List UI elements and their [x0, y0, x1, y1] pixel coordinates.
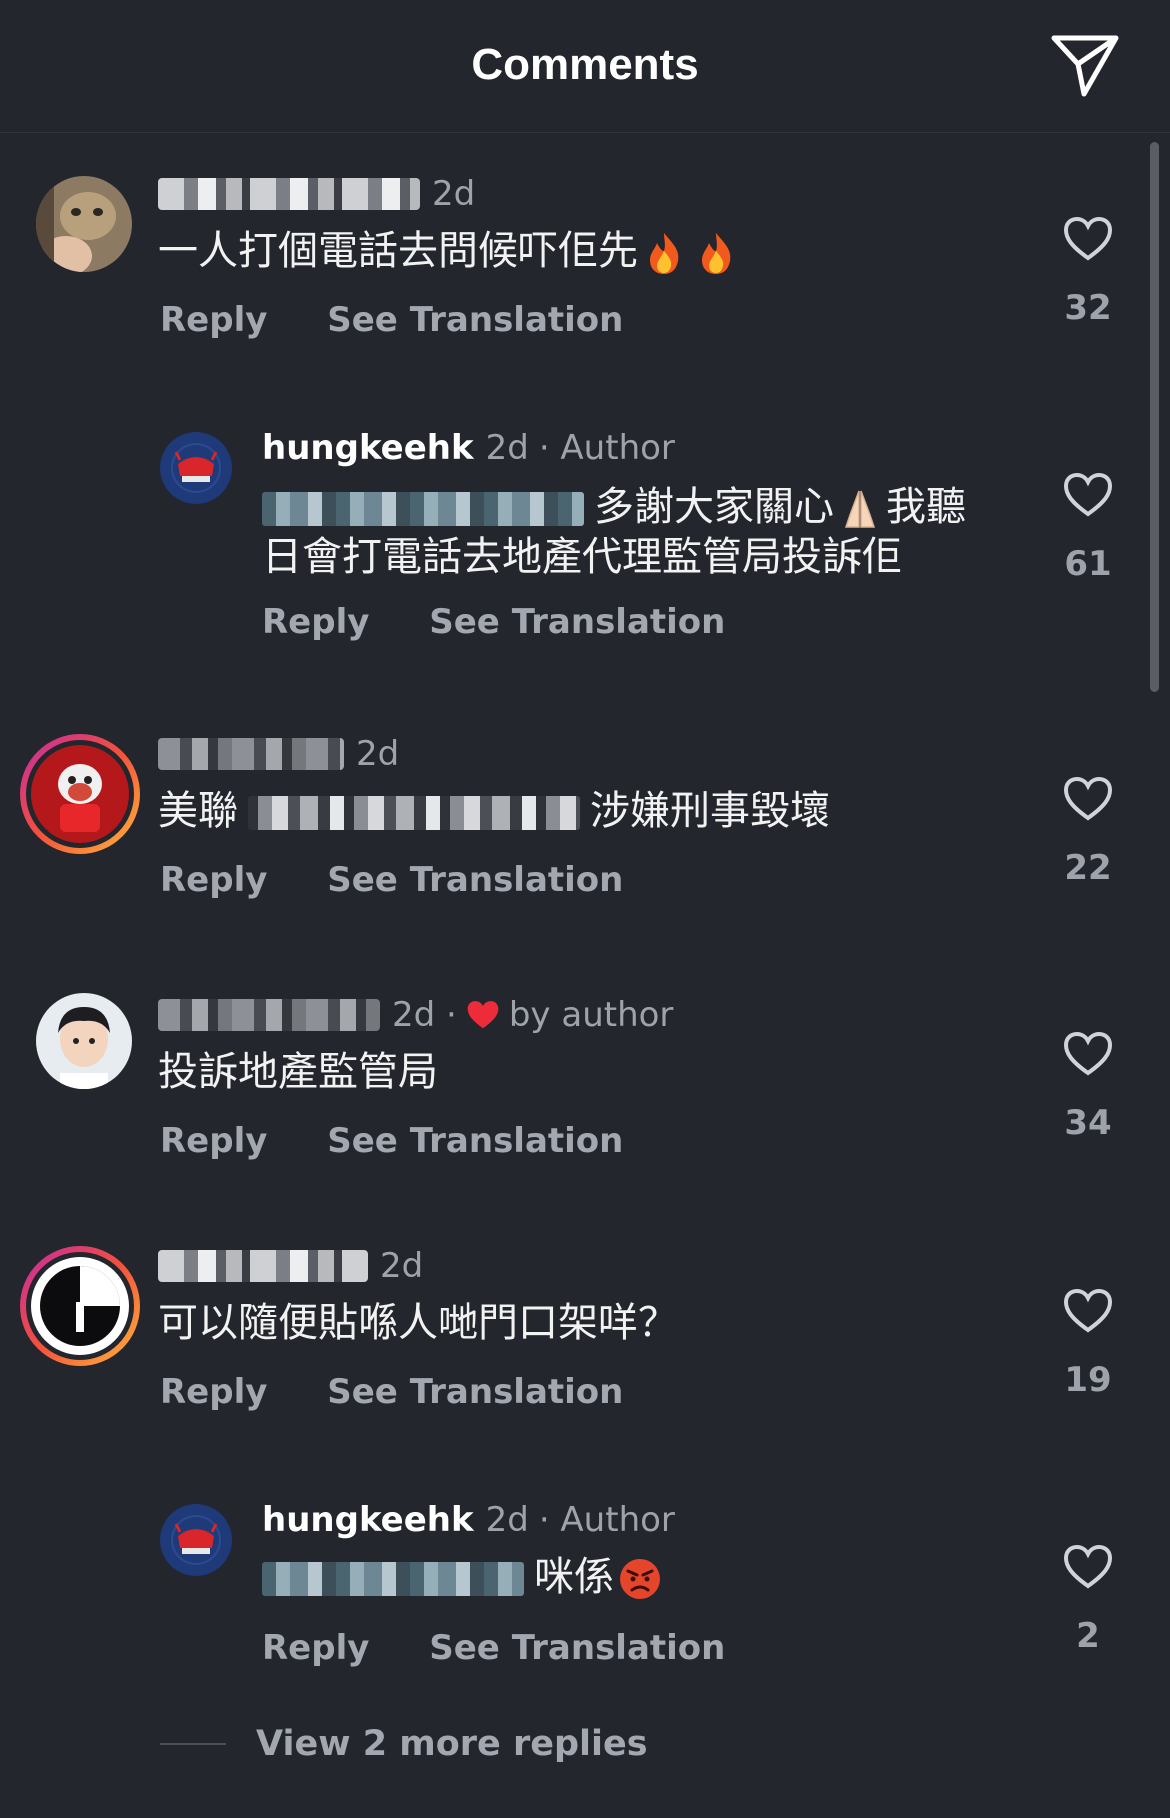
comment-text-content: 咪係	[534, 1554, 614, 1600]
comment-time: 2d ·	[392, 995, 457, 1035]
view-more-replies[interactable]: View 2 more replies	[160, 1720, 648, 1768]
like-count: 34	[1064, 1103, 1112, 1143]
heart-icon[interactable]	[1063, 216, 1113, 262]
comment-text: 咪係	[262, 1552, 666, 1602]
comment-text-content: 涉嫌刑事毀壞	[590, 788, 830, 834]
mention-redacted[interactable]	[262, 492, 584, 526]
username-redacted[interactable]	[158, 999, 380, 1031]
avatar-story-ring[interactable]	[20, 734, 140, 854]
like-section: 61	[1040, 472, 1136, 584]
fire-emoji-icon	[702, 233, 731, 274]
comment-text: 投訴地產監管局	[158, 1047, 438, 1097]
see-translation-button[interactable]: See Translation	[327, 860, 623, 900]
username[interactable]: hungkeehk	[262, 428, 474, 468]
reply-button[interactable]: Reply	[262, 1628, 369, 1668]
like-count: 32	[1064, 288, 1112, 328]
comment-text: 一人打個電話去問候吓佢先	[158, 226, 742, 276]
comment-text-content: 一人打個電話去問候吓佢先	[158, 228, 638, 274]
like-section: 19	[1040, 1288, 1136, 1400]
text-redacted	[248, 796, 580, 830]
fire-emoji-icon	[650, 233, 679, 274]
comment-time: 2d	[485, 1500, 529, 1540]
like-section: 2	[1040, 1544, 1136, 1656]
see-translation-button[interactable]: See Translation	[327, 1372, 623, 1412]
angry-face-emoji-icon	[620, 1559, 660, 1599]
comment-text: 美聯 涉嫌刑事毀壞	[158, 786, 830, 836]
avatar[interactable]	[36, 993, 132, 1089]
comment-text-content: 投訴地產監管局	[158, 1049, 438, 1095]
like-section: 34	[1040, 1031, 1136, 1143]
comment-text-content: 我聽	[886, 484, 966, 530]
heart-icon[interactable]	[1063, 472, 1113, 518]
author-tag: · Author	[538, 428, 675, 468]
comment-time: 2d	[485, 428, 529, 468]
reply-button[interactable]: Reply	[160, 860, 267, 900]
like-count: 22	[1064, 848, 1112, 888]
comment-text-content: 多謝大家關心	[594, 484, 834, 530]
avatar[interactable]	[36, 176, 132, 272]
username-redacted[interactable]	[158, 178, 420, 210]
comment-text-content: 可以隨便貼喺人哋門口架咩？	[158, 1300, 678, 1346]
mention-redacted[interactable]	[262, 1562, 524, 1596]
comments-header: Comments	[0, 0, 1170, 133]
liked-by-author: by author	[508, 995, 674, 1035]
scrollbar[interactable]	[1150, 142, 1159, 692]
comment-text: 可以隨便貼喺人哋門口架咩？	[158, 1298, 678, 1348]
like-count: 19	[1064, 1360, 1112, 1400]
like-count: 61	[1064, 544, 1112, 584]
see-translation-button[interactable]: See Translation	[327, 1121, 623, 1161]
comment-time: 2d	[356, 734, 400, 774]
avatar[interactable]	[160, 1504, 232, 1576]
see-translation-button[interactable]: See Translation	[327, 300, 623, 340]
divider	[160, 1743, 226, 1745]
reply-button[interactable]: Reply	[160, 1121, 267, 1161]
page-title: Comments	[471, 40, 699, 89]
comment-text-content: 美聯	[158, 788, 238, 834]
like-section: 32	[1040, 216, 1136, 328]
paper-plane-icon[interactable]	[1048, 30, 1122, 100]
reply-button[interactable]: Reply	[160, 300, 267, 340]
like-count: 2	[1076, 1616, 1100, 1656]
see-translation-button[interactable]: See Translation	[429, 1628, 725, 1668]
comment-time: 2d	[432, 174, 476, 214]
folded-hands-emoji-icon	[844, 490, 876, 528]
author-tag: · Author	[538, 1500, 675, 1540]
username-redacted[interactable]	[158, 738, 344, 770]
username[interactable]: hungkeehk	[262, 1500, 474, 1540]
reply-button[interactable]: Reply	[160, 1372, 267, 1412]
heart-icon[interactable]	[1063, 1031, 1113, 1077]
view-more-replies-label[interactable]: View 2 more replies	[256, 1724, 648, 1764]
comment-text-content: 日會打電話去地產代理監管局投訴佢	[262, 534, 902, 580]
comment-time: 2d	[380, 1246, 424, 1286]
see-translation-button[interactable]: See Translation	[429, 602, 725, 642]
avatar-story-ring[interactable]	[20, 1246, 140, 1366]
heart-icon[interactable]	[1063, 776, 1113, 822]
comment-text: 多謝大家關心 我聽 日會打電話去地產代理監管局投訴佢	[262, 482, 966, 582]
username-redacted[interactable]	[158, 1250, 368, 1282]
like-section: 22	[1040, 776, 1136, 888]
heart-filled-icon	[467, 1001, 499, 1029]
heart-icon[interactable]	[1063, 1544, 1113, 1590]
heart-icon[interactable]	[1063, 1288, 1113, 1334]
reply-button[interactable]: Reply	[262, 602, 369, 642]
avatar[interactable]	[160, 432, 232, 504]
